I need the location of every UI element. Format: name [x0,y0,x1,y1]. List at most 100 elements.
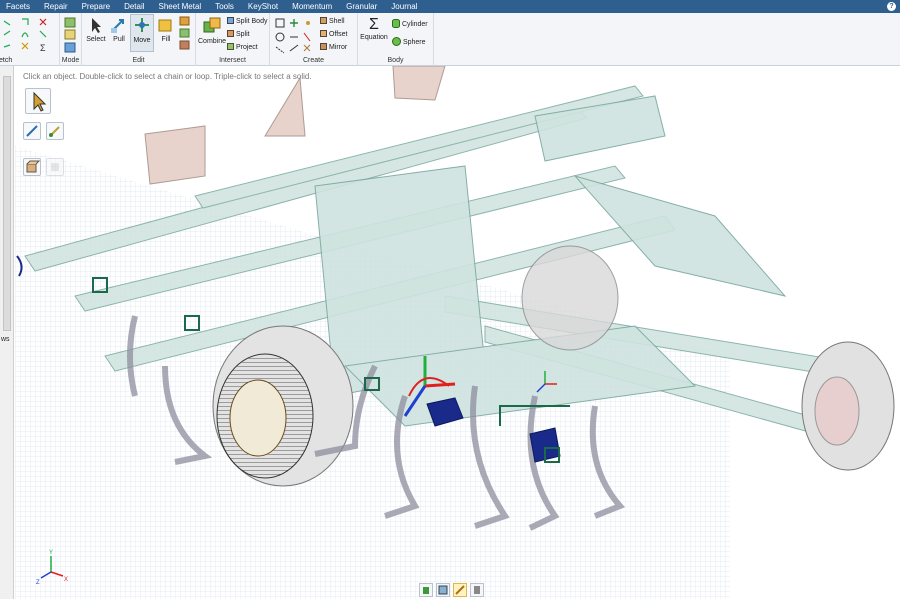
equation-button[interactable]: Σ Equation [360,16,388,41]
fill-button[interactable]: Fill [156,16,176,43]
measure-icon [49,126,60,137]
status-hint: Click an object. Double-click to select … [23,72,312,81]
sketch-view-button[interactable] [436,583,450,597]
warning-sign-right [392,66,446,101]
pull-icon [111,19,124,33]
mirror-icon [320,43,327,50]
ribbon-group-sketch: Σ etch [0,13,60,66]
intersect-group-label: Intersect [219,57,246,64]
menu-sheet-metal[interactable]: Sheet Metal [153,2,210,11]
sigma-icon: Σ [369,16,379,33]
shell-label: Shell [328,18,345,25]
measure-tool[interactable] [46,122,64,140]
equation-label: Equation [360,34,388,41]
triad-x-label: X [64,577,68,583]
model-viewport[interactable] [15,66,900,599]
sphere-icon [392,37,401,46]
menu-facets[interactable]: Facets [0,2,38,11]
mirror-label: Mirror [328,44,348,51]
split-label: Split [235,31,250,38]
offset-icon [320,30,327,37]
sketch-group-label: etch [0,57,13,64]
left-panel-label: ws [1,336,10,343]
bottom-toolbar [419,583,484,597]
wheel-right [801,341,895,471]
cylinder-icon [392,19,400,28]
display-view-button[interactable] [470,583,484,597]
menu-tools[interactable]: Tools [209,2,242,11]
wheel-front-left [212,325,354,487]
ribbon-group-mode: Mode [60,13,82,66]
menu-journal[interactable]: Journal [385,2,425,11]
project-label: Project [235,44,258,51]
orientation-triad: Y X Z [36,550,68,586]
left-panel-strip: ws [0,66,14,599]
menu-keyshot[interactable]: KeyShot [242,2,286,11]
help-icon[interactable]: ? [887,2,896,11]
shell-icon [320,17,327,24]
mode-icons[interactable] [61,16,81,56]
svg-text:Σ: Σ [40,43,46,53]
select-tool-button[interactable] [25,88,51,114]
section-view-button[interactable] [453,583,467,597]
solid-view-button[interactable] [419,583,433,597]
menu-repair[interactable]: Repair [38,2,76,11]
edit-group-label: Edit [132,57,145,64]
combine-icon [203,17,221,33]
triad-y-label: Y [49,550,53,556]
menu-granular[interactable]: Granular [340,2,385,11]
shell-button[interactable]: Shell [320,17,345,25]
create-shape-icons[interactable] [272,15,318,55]
sphere-label: Sphere [402,39,426,46]
fill-icon [158,19,172,32]
offset-button[interactable]: Offset [320,30,348,38]
menu-detail[interactable]: Detail [118,2,152,11]
split-body-button[interactable]: Split Body [227,17,267,25]
disabled-tool-icon [51,163,59,171]
sketch-tools-icon[interactable]: Σ [0,15,58,55]
sphere-button[interactable]: Sphere [392,37,426,46]
select-arrow-icon [33,91,47,112]
move-button[interactable]: Move [130,14,154,52]
ribbon-group-edit: Select Pull Move Fill Edit [82,13,196,66]
body-group-label: Body [387,57,404,64]
menu-momentum[interactable]: Momentum [286,2,340,11]
sketch-icon [438,585,448,595]
pull-button[interactable]: Pull [108,16,130,43]
left-panel-scrollbar[interactable] [3,76,11,331]
cylinder-label: Cylinder [401,21,428,28]
edit-small-icons[interactable] [178,15,192,55]
split-body-icon [227,17,234,24]
fill-label: Fill [161,36,171,43]
combine-button[interactable]: Combine [198,16,226,45]
design-canvas[interactable]: Click an object. Double-click to select … [15,66,900,599]
sketch-line-tool[interactable] [23,122,41,140]
ribbon: Σ etch Mode Select Pull Move Fill Edit C… [0,13,900,66]
pull-label: Pull [113,36,125,43]
cylinder-button[interactable]: Cylinder [392,19,428,28]
solid-icon [423,587,429,594]
wheel-rear-left [521,245,619,351]
triad-z-label: Z [36,580,40,586]
display-icon [474,586,480,594]
move-label: Move [133,37,151,44]
ribbon-group-intersect: Combine Split Body Split Project Interse… [196,13,270,66]
menu-prepare[interactable]: Prepare [76,2,118,11]
warning-sign-left [144,125,206,185]
select-button[interactable]: Select [84,16,108,43]
offset-label: Offset [328,31,348,38]
mode-group-label: Mode [61,57,80,64]
line-tool-icon [26,125,38,137]
cursor-arrow-icon [92,18,101,33]
mirror-button[interactable]: Mirror [320,43,347,51]
menu-bar: Facets Repair Prepare Detail Sheet Metal… [0,0,900,13]
view-tool[interactable] [23,158,41,176]
split-body-label: Split Body [235,18,268,25]
combine-label: Combine [198,38,227,45]
project-button[interactable]: Project [227,43,258,51]
ribbon-group-create: Shell Offset Mirror Create [270,13,358,66]
move-icon [135,18,149,32]
split-button[interactable]: Split [227,30,250,38]
disabled-tool [46,158,64,176]
split-icon [227,30,234,37]
